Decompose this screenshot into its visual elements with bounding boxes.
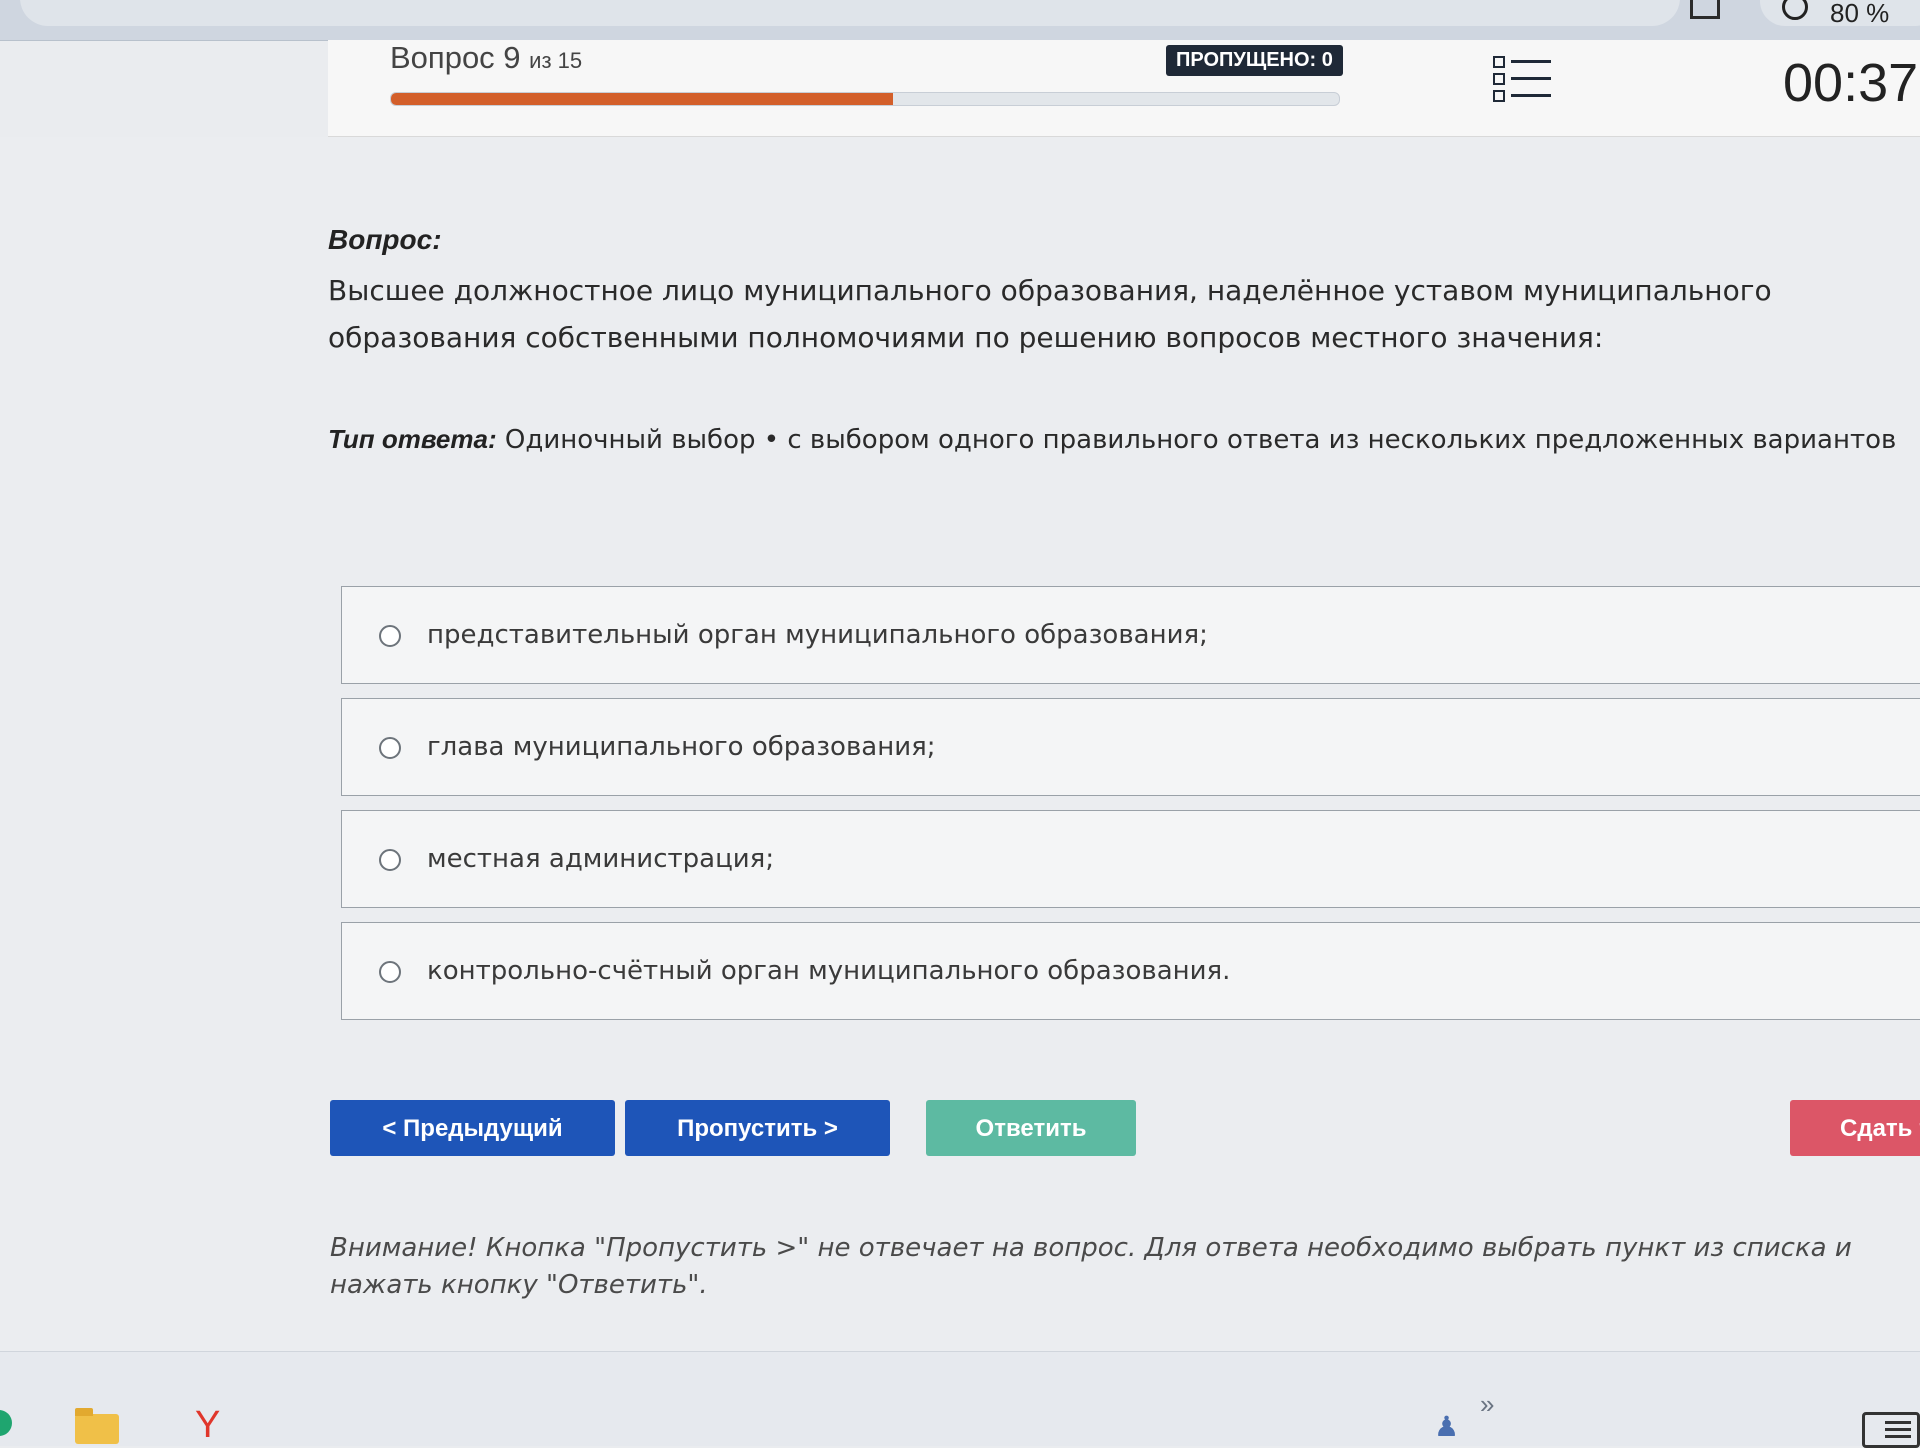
answer-option[interactable]: представительный орган муниципального об… [341, 586, 1920, 684]
timer: 00:37 [1783, 53, 1919, 113]
zoom-level: 80 % [1830, 0, 1890, 28]
zoom-indicator[interactable]: 80 % [1760, 0, 1920, 28]
question-list-icon[interactable] [1493, 54, 1551, 104]
skip-button[interactable]: Пропустить > [625, 1100, 890, 1156]
previous-button[interactable]: < Предыдущий [330, 1100, 615, 1156]
skip-warning: Внимание! Кнопка "Пропустить >" не отвеч… [330, 1233, 1852, 1300]
answer-type-label: Тип ответа: [328, 424, 497, 454]
radio-button[interactable] [379, 961, 401, 983]
answer-options: представительный орган муниципального об… [341, 586, 1920, 1034]
people-icon[interactable]: ♟ [1434, 1410, 1459, 1443]
answer-type-value: Одиночный выбор • с выбором одного прави… [504, 425, 1897, 455]
option-label: глава муниципального образования; [427, 732, 936, 762]
submit-test-button[interactable]: Сдать т [1790, 1100, 1920, 1156]
edge-icon[interactable] [0, 1410, 12, 1436]
address-bar[interactable] [20, 0, 1680, 26]
answer-type: Тип ответа: Одиночный выбор • с выбором … [328, 424, 1896, 455]
answer-option[interactable]: глава муниципального образования; [341, 698, 1920, 796]
folder-icon[interactable] [75, 1408, 119, 1444]
answer-option[interactable]: контрольно-счётный орган муниципального … [341, 922, 1920, 1020]
answer-option[interactable]: местная администрация; [341, 810, 1920, 908]
radio-button[interactable] [379, 849, 401, 871]
skipped-badge: ПРОПУЩЕНО: 0 [1166, 45, 1343, 76]
browser-toolbar: 80 % [0, 0, 1920, 41]
question-number: Вопрос 9 [390, 40, 521, 75]
question-counter: Вопрос 9 из 15 [390, 40, 582, 76]
radio-button[interactable] [379, 737, 401, 759]
quiz-header: Вопрос 9 из 15 ПРОПУЩЕНО: 0 00:37 [328, 40, 1920, 137]
question-label: Вопрос: [328, 224, 442, 255]
yandex-browser-icon[interactable]: Y [195, 1404, 220, 1447]
question-text: Высшее должностное лицо муниципального о… [328, 274, 1772, 354]
progress-bar [390, 92, 1340, 106]
option-label: контрольно-счётный орган муниципального … [427, 956, 1231, 986]
question-total: из 15 [529, 48, 583, 73]
bookmark-icon[interactable] [1690, 0, 1720, 19]
zoom-icon [1782, 0, 1808, 20]
progress-fill [391, 93, 894, 105]
radio-button[interactable] [379, 625, 401, 647]
option-label: представительный орган муниципального об… [427, 620, 1208, 650]
answer-button[interactable]: Ответить [926, 1100, 1136, 1156]
option-label: местная администрация; [427, 844, 775, 874]
news-widget-icon[interactable] [1862, 1412, 1920, 1448]
taskbar: Y ♟ » [0, 1351, 1920, 1448]
question-panel: Вопрос: Высшее должностное лицо муниципа… [0, 137, 1920, 1351]
overflow-chevron-icon[interactable]: » [1480, 1389, 1494, 1420]
